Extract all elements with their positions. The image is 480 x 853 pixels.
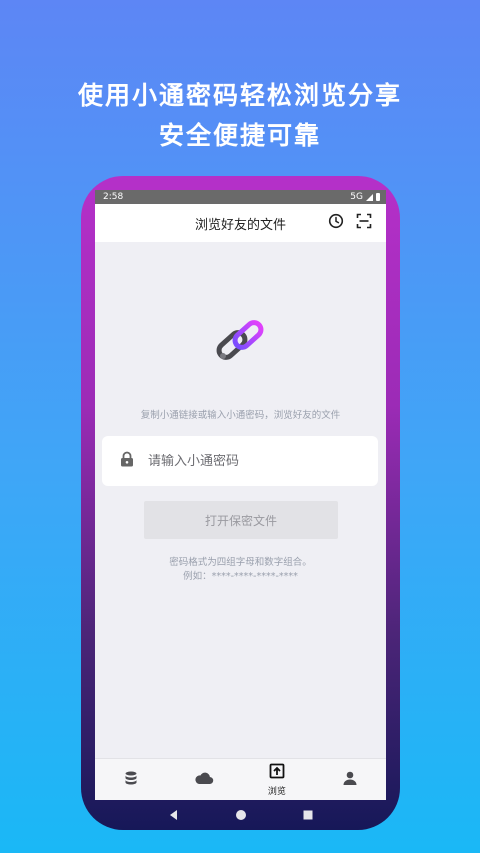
bottom-tab-bar: 浏览: [95, 758, 386, 800]
instruction-hint: 复制小通链接或输入小通密码，浏览好友的文件: [140, 410, 341, 421]
tab-storage[interactable]: [95, 759, 168, 800]
tab-browse[interactable]: 浏览: [241, 759, 314, 800]
recents-icon[interactable]: [302, 806, 314, 825]
phone-screen: 2:58 5G 浏览好友的文件 复制小通链接或输入小通密码，浏览好友的文件 请输…: [95, 190, 386, 800]
status-time: 2:58: [103, 192, 124, 202]
password-format-note: 密码格式为四组字母和数字组合。: [169, 557, 312, 568]
promo-line-1: 使用小通密码轻松浏览分享: [77, 81, 402, 110]
home-icon[interactable]: [235, 806, 247, 825]
cloud-icon: [194, 770, 214, 789]
lock-icon: [120, 451, 134, 471]
tab-profile[interactable]: [313, 759, 386, 800]
person-icon: [342, 770, 358, 790]
password-input[interactable]: [148, 453, 348, 469]
promo-line-2: 安全便捷可靠: [158, 121, 321, 150]
password-field-container: [102, 436, 378, 486]
network-label: 5G: [350, 192, 363, 202]
page-title: 浏览好友的文件: [194, 217, 286, 233]
signal-icon: [366, 193, 373, 201]
status-bar: 2:58 5G: [95, 190, 386, 204]
phone-frame: 2:58 5G 浏览好友的文件 复制小通链接或输入小通密码，浏览好友的文件 请输…: [81, 176, 400, 830]
tab-browse-label: 浏览: [267, 786, 286, 797]
open-secret-file-button[interactable]: 打开保密文件: [144, 501, 338, 539]
tab-cloud[interactable]: [168, 759, 241, 800]
system-nav-bar: [95, 800, 386, 830]
paperclip-link-icon: [213, 318, 269, 378]
database-icon: [123, 770, 139, 790]
password-example-note: 例如：****-****-****-****: [183, 571, 298, 582]
clock-icon[interactable]: [328, 213, 344, 233]
battery-icon: [376, 193, 380, 201]
app-bar: 浏览好友的文件: [95, 204, 386, 242]
browse-upload-icon: [269, 763, 285, 783]
back-icon[interactable]: [168, 806, 180, 825]
scan-icon[interactable]: [356, 213, 372, 233]
